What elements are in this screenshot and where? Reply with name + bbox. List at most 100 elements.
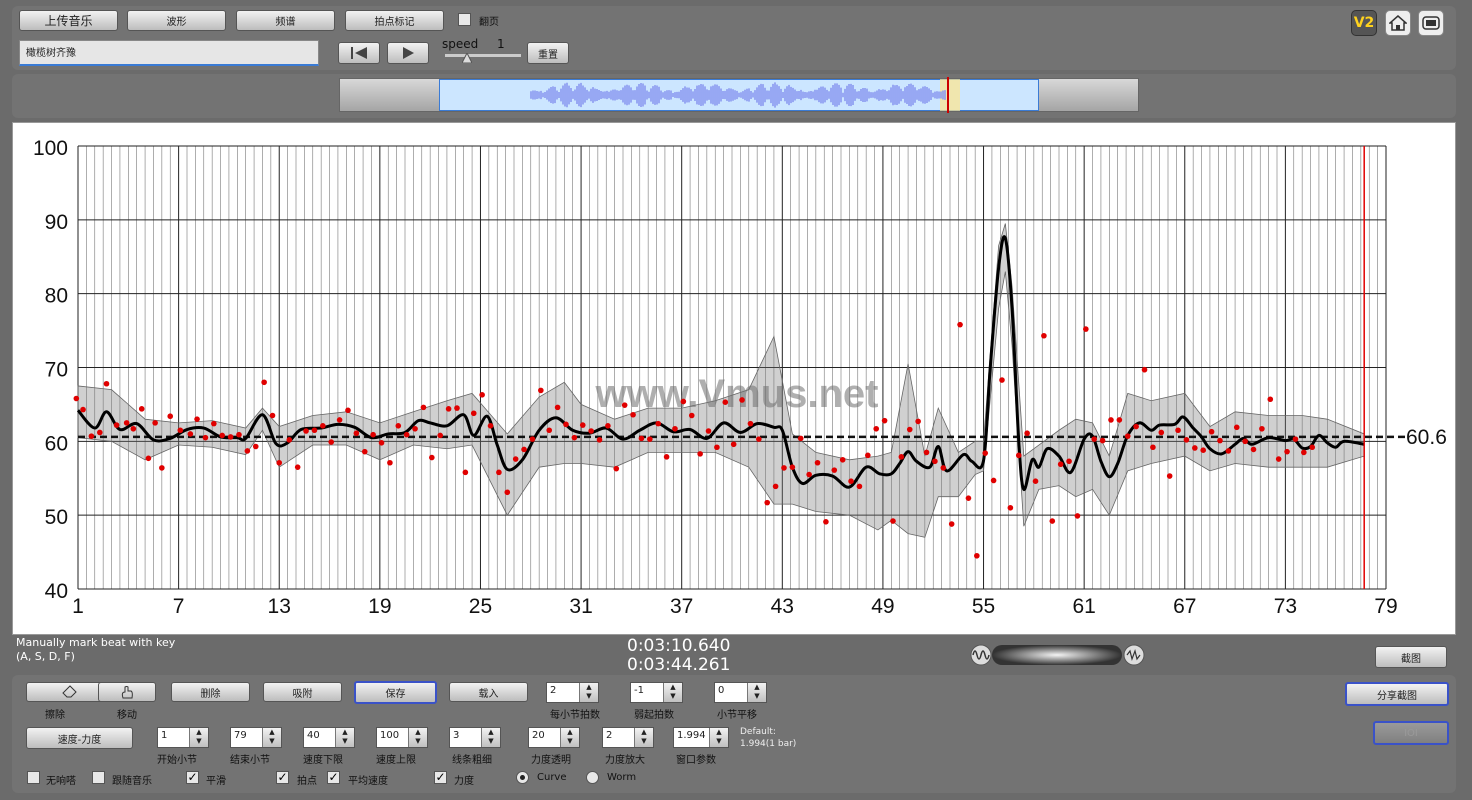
beats-per-bar-input[interactable]: 2 ▲ ▼ [546, 682, 599, 703]
beat-point [130, 425, 137, 432]
beat-point [1091, 436, 1098, 442]
spectrum-button[interactable]: 频谱 [236, 10, 335, 31]
delete-button[interactable]: 删除 [171, 682, 250, 702]
beats-label: 拍点 [297, 776, 317, 787]
waveform-button[interactable]: 波形 [127, 10, 226, 31]
x-tick-label: 7 [173, 595, 185, 618]
speed-slider-thumb[interactable] [462, 53, 472, 63]
beat-point [403, 431, 410, 438]
beat-point [103, 380, 110, 387]
beats-checkbox[interactable]: ✓ [276, 771, 289, 784]
dynamics-checkbox[interactable]: ✓ [434, 771, 447, 784]
screenshot-button[interactable]: 截图 [1375, 646, 1447, 668]
line-width-input[interactable]: 3 ▲ ▼ [449, 727, 501, 748]
tempo-chart[interactable]: 100 90 80 70 60 50 401 7 13 19 25 31 37 43 49 55 61 67 73 7… [12, 122, 1456, 635]
beat-point [1158, 429, 1165, 436]
upload-music-button[interactable]: 上传音乐 [19, 10, 118, 31]
x-tick-label: 31 [569, 595, 592, 618]
speed-value: 1 [497, 37, 505, 51]
dyn-opacity-input[interactable]: 20 ▲ ▼ [528, 727, 580, 748]
tempo-max-input[interactable]: 100 ▲ ▼ [376, 727, 428, 748]
beat-point [1150, 444, 1156, 451]
beat-point [159, 465, 165, 471]
no-click-checkbox[interactable] [27, 771, 40, 784]
beat-mark-button[interactable]: 拍点标记 [345, 10, 444, 31]
beat-point [219, 432, 226, 439]
follow-music-checkbox[interactable] [92, 771, 105, 784]
play-button[interactable] [387, 42, 429, 64]
start-bar-label: 开始小节 [157, 755, 197, 766]
curve-radio[interactable] [516, 771, 529, 784]
beat-point [429, 454, 435, 461]
beat-point [504, 489, 511, 496]
follow-music-label: 跟随音乐 [112, 776, 152, 787]
load-button[interactable]: 载入 [449, 682, 528, 702]
end-bar-input[interactable]: 79 ▲ ▼ [230, 727, 282, 748]
volume-slider[interactable] [970, 643, 1145, 667]
page-turn-checkbox[interactable] [458, 13, 471, 26]
x-tick-label: 73 [1274, 595, 1297, 618]
beat-point [932, 458, 938, 465]
x-tick-label: 49 [871, 595, 894, 618]
beat-point [772, 483, 779, 490]
beat-point [839, 456, 846, 463]
hint-line-2: (A, S, D, F) [16, 650, 75, 663]
smooth-checkbox[interactable]: ✓ [186, 771, 199, 784]
v2-icon[interactable]: V2 [1351, 10, 1377, 36]
tempo-min-input[interactable]: 40 ▲ ▼ [303, 727, 355, 748]
pickup-beat-input[interactable]: -1 ▲ ▼ [630, 682, 683, 703]
home-icon[interactable] [1385, 10, 1411, 36]
beat-point [1275, 456, 1282, 462]
overview-playhead[interactable] [947, 77, 949, 113]
beat-point [479, 392, 485, 398]
beat-point [1309, 444, 1316, 451]
beat-point [512, 456, 519, 462]
beat-point [370, 431, 376, 438]
beat-point [688, 412, 695, 419]
hint-line-1: Manually mark beat with key [16, 636, 176, 649]
beat-point [714, 444, 720, 451]
beat-point [88, 433, 95, 439]
beat-point [655, 420, 662, 427]
beat-point [320, 423, 326, 429]
y-tick-label: 50 [45, 506, 68, 529]
watermark-text: www.Vmus.net [594, 372, 878, 416]
speed-slider-track[interactable] [445, 54, 521, 57]
dyn-scale-input[interactable]: 2 ▲ ▼ [602, 727, 654, 748]
beat-point [303, 428, 309, 434]
window-param-input[interactable]: 1.994 ▲ ▼ [673, 727, 729, 748]
hand-icon [121, 686, 133, 699]
beat-point [571, 434, 578, 441]
snap-button[interactable]: 吸附 [263, 682, 342, 702]
bar-shift-input[interactable]: 0 ▲ ▼ [714, 682, 767, 703]
song-title-field[interactable]: 橄榄树齐豫 [19, 40, 319, 66]
beat-point [923, 449, 930, 456]
start-bar-input[interactable]: 1 ▲ ▼ [157, 727, 209, 748]
fullscreen-icon[interactable] [1418, 10, 1444, 36]
save-button[interactable]: 保存 [354, 681, 437, 704]
worm-radio[interactable] [586, 771, 599, 784]
beat-point [445, 406, 452, 412]
beat-point [898, 454, 905, 460]
beat-point [1225, 448, 1232, 454]
beat-point [387, 459, 393, 466]
beat-point [1166, 473, 1173, 479]
play-icon [403, 47, 414, 59]
beat-point [252, 443, 259, 450]
beat-point [1301, 449, 1307, 456]
skip-back-button[interactable] [338, 42, 380, 64]
overview-waveform-trace [530, 82, 946, 108]
beat-point [1116, 417, 1123, 423]
avg-tempo-checkbox[interactable]: ✓ [327, 771, 340, 784]
beat-point [470, 410, 477, 417]
share-screenshot-button[interactable]: 分享截图 [1345, 682, 1449, 706]
ioi-button[interactable]: IOI [1373, 721, 1449, 745]
tempo-dynamics-mode-button[interactable]: 速度-力度 [26, 727, 133, 749]
beat-point [856, 483, 863, 490]
beat-point [1108, 417, 1114, 423]
beat-point [412, 425, 418, 432]
reset-speed-button[interactable]: 重置 [527, 42, 569, 64]
no-click-label: 无响嗒 [46, 776, 76, 787]
move-button[interactable] [98, 682, 156, 702]
window-param-label: 窗口参数 [676, 755, 716, 766]
